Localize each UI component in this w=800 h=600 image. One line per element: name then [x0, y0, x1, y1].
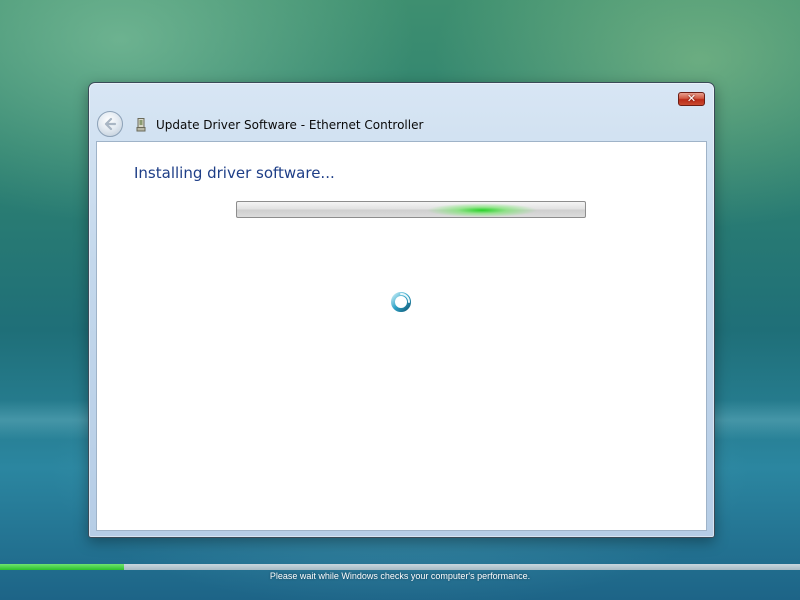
- close-button[interactable]: ✕: [678, 92, 705, 106]
- status-progress-fill: [0, 564, 124, 570]
- network-adapter-icon: [136, 118, 146, 132]
- content-panel: Installing driver software...: [96, 141, 707, 531]
- progress-marquee: [407, 202, 557, 217]
- update-driver-window: ✕ Update Driver Software - Ethernet Cont…: [88, 82, 715, 538]
- status-message: Please wait while Windows checks your co…: [269, 571, 531, 581]
- close-icon: ✕: [686, 92, 697, 105]
- back-arrow-icon: [104, 117, 117, 131]
- status-progress-bar: [0, 564, 800, 570]
- back-button[interactable]: [97, 111, 123, 137]
- window-title: Update Driver Software - Ethernet Contro…: [156, 118, 424, 132]
- page-heading: Installing driver software...: [134, 164, 335, 182]
- busy-spinner-icon: [391, 292, 411, 312]
- install-progress-bar: [236, 201, 586, 218]
